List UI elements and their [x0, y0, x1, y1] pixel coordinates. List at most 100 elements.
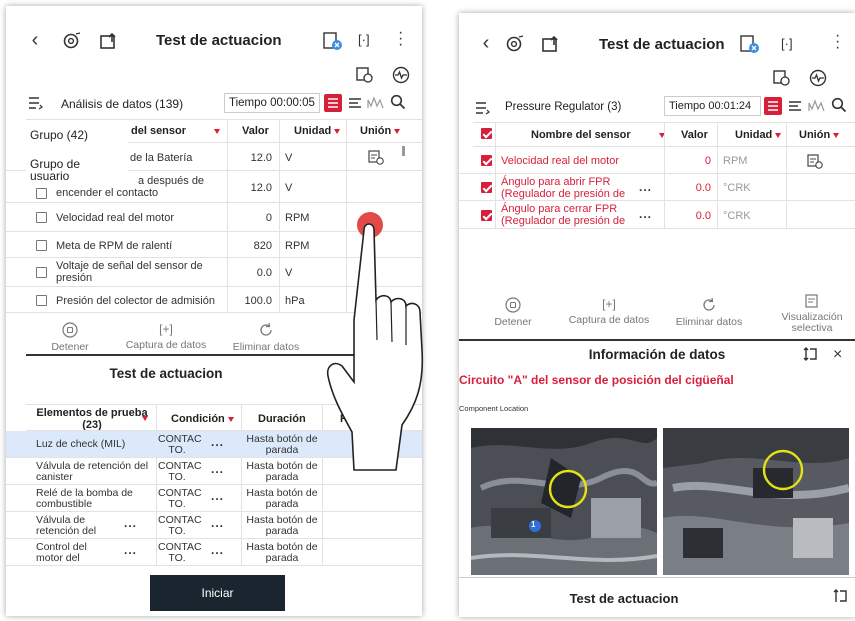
capture-frame-icon[interactable]: [·]: [358, 32, 378, 50]
test-duration: Hasta botón de parada: [246, 460, 318, 483]
pressure-regulator-label[interactable]: Pressure Regulator (3): [505, 101, 621, 113]
stop-button[interactable]: Detener: [483, 297, 543, 328]
test-condition: CONTAC TO.: [158, 514, 202, 537]
more-options-icon[interactable]: ...: [639, 207, 652, 221]
row-checkbox[interactable]: [36, 212, 47, 223]
start-button[interactable]: Iniciar: [150, 575, 285, 611]
search-icon[interactable]: [831, 97, 847, 113]
stop-button[interactable]: Detener: [40, 322, 100, 353]
connection-icon[interactable]: [322, 30, 344, 52]
test-row[interactable]: Válvula de retención del ... CONTAC TO. …: [6, 512, 422, 539]
delete-data-button[interactable]: Eliminar datos: [226, 322, 306, 353]
search-icon[interactable]: [390, 94, 406, 110]
graph-view-icon[interactable]: [367, 96, 385, 110]
ecu-settings-icon[interactable]: [356, 66, 374, 84]
test-elements-header[interactable]: Elementos de prueba (23): [32, 407, 152, 431]
test-row[interactable]: Control del motor del ... CONTAC TO. ...…: [6, 539, 422, 566]
text-view-icon[interactable]: [786, 97, 804, 115]
delete-data-button[interactable]: Eliminar datos: [669, 297, 749, 328]
sensor-row[interactable]: Meta de RPM de ralentí 820 RPM: [6, 232, 422, 258]
ecu-upload-icon[interactable]: [541, 34, 561, 54]
row-checkbox[interactable]: [36, 267, 47, 278]
expand-icon[interactable]: [833, 588, 847, 604]
data-analysis-label[interactable]: Análisis de datos (139): [61, 97, 183, 111]
unit-column-header[interactable]: Unidad: [735, 129, 782, 141]
more-options-icon[interactable]: ...: [211, 489, 224, 503]
data-list-icon[interactable]: [28, 96, 44, 110]
test-row[interactable]: Relé de la bomba de combustible CONTAC T…: [6, 485, 422, 512]
back-button[interactable]: ‹: [479, 32, 493, 54]
sensor-unit: hPa: [285, 295, 305, 307]
sensor-row[interactable]: Ángulo para abrir FPR (Regulador de pres…: [459, 174, 855, 201]
list-view-icon[interactable]: [764, 97, 782, 115]
row-checkbox[interactable]: [481, 210, 492, 221]
sensor-row[interactable]: Presión del colector de admisión 100.0 h…: [6, 287, 422, 313]
actuation-section-title: Test de actuacion: [109, 366, 223, 381]
union-column-header[interactable]: Unión: [799, 129, 840, 141]
sort-caret-icon[interactable]: [139, 412, 148, 424]
sensor-name: Velocidad real del motor: [501, 155, 620, 167]
test-row[interactable]: Luz de check (MIL) CONTAC TO. ... Hasta …: [6, 431, 422, 458]
more-vertical-icon[interactable]: · · ·: [398, 25, 404, 53]
sensor-column-header[interactable]: del sensor: [131, 125, 221, 137]
sensor-name: Ángulo para cerrar FPR (Regulador de pre…: [501, 203, 626, 227]
ecu-settings-icon[interactable]: [773, 69, 791, 87]
info-section-title: Información de datos: [588, 347, 726, 362]
elapsed-time: Tiempo 00:00:05: [224, 93, 320, 113]
row-checkbox[interactable]: [481, 155, 492, 166]
data-list-icon[interactable]: [475, 101, 491, 115]
sensor-row[interactable]: Ángulo para cerrar FPR (Regulador de pre…: [459, 201, 855, 229]
sensor-name: Velocidad real del motor: [56, 212, 175, 224]
waveform-icon[interactable]: [809, 69, 827, 87]
more-options-icon[interactable]: ...: [124, 516, 137, 530]
unit-column-header[interactable]: Unidad: [294, 125, 341, 137]
back-button[interactable]: ‹: [28, 29, 42, 51]
more-options-icon[interactable]: ...: [124, 543, 137, 557]
union-column-header[interactable]: Unión: [360, 125, 401, 137]
union-graph-icon[interactable]: [807, 153, 823, 169]
capture-data-button[interactable]: [+] Captura de datos: [116, 322, 216, 351]
test-row[interactable]: Válvula de retención del canister CONTAC…: [6, 458, 422, 485]
close-icon[interactable]: ×: [833, 346, 842, 364]
select-all-checkbox[interactable]: [481, 128, 492, 139]
more-options-icon[interactable]: ...: [211, 462, 224, 476]
sensor-value: 100.0: [244, 295, 272, 307]
vehicle-scan-icon[interactable]: [62, 32, 82, 50]
sensor-name: de la Batería: [130, 152, 193, 164]
sensor-value: 820: [253, 240, 272, 252]
capture-data-button[interactable]: [+] Captura de datos: [559, 297, 659, 326]
sensor-row[interactable]: Voltaje de señal del sensor de presión 0…: [6, 258, 422, 287]
list-view-icon[interactable]: [324, 94, 342, 112]
more-options-icon[interactable]: ...: [211, 516, 224, 530]
row-checkbox[interactable]: [36, 188, 47, 199]
sensor-row[interactable]: Velocidad real del motor 0 RPM: [459, 147, 855, 174]
user-group-option[interactable]: Grupo de usuario: [30, 158, 110, 182]
left-screen: ‹ Test de actuacion [·] · · · Análisis de …: [6, 6, 422, 616]
more-options-icon[interactable]: ...: [211, 435, 224, 449]
row-checkbox[interactable]: [36, 240, 47, 251]
connection-icon[interactable]: [739, 33, 761, 55]
capture-frame-icon[interactable]: [·]: [781, 36, 801, 54]
component-location-label: Component Location: [459, 404, 529, 413]
text-view-icon[interactable]: [346, 94, 364, 112]
selective-view-button[interactable]: Visualización selectiva: [769, 293, 855, 334]
sensor-row[interactable]: Velocidad real del motor 0 RPM: [6, 203, 422, 232]
row-checkbox[interactable]: [481, 182, 492, 193]
value-column-header: Valor: [681, 129, 708, 141]
sensor-name-header[interactable]: Nombre del sensor: [531, 129, 665, 141]
more-options-icon[interactable]: ...: [211, 543, 224, 557]
engine-photo-right: [663, 428, 849, 575]
graph-view-icon[interactable]: [808, 99, 826, 113]
union-graph-icon[interactable]: [368, 149, 384, 165]
more-options-icon[interactable]: ...: [639, 180, 652, 194]
waveform-icon[interactable]: [392, 66, 410, 84]
right-screen: ‹ Test de actuacion [·] · · · Pressure Reg…: [459, 13, 855, 617]
condition-header[interactable]: Condición: [171, 413, 234, 425]
group-option[interactable]: Grupo (42): [30, 128, 88, 142]
vehicle-scan-icon[interactable]: [505, 35, 525, 53]
more-vertical-icon[interactable]: · · ·: [835, 28, 841, 56]
expand-icon[interactable]: [803, 346, 817, 362]
ecu-upload-icon[interactable]: [99, 31, 119, 51]
scrollbar[interactable]: [402, 146, 405, 156]
row-checkbox[interactable]: [36, 295, 47, 306]
